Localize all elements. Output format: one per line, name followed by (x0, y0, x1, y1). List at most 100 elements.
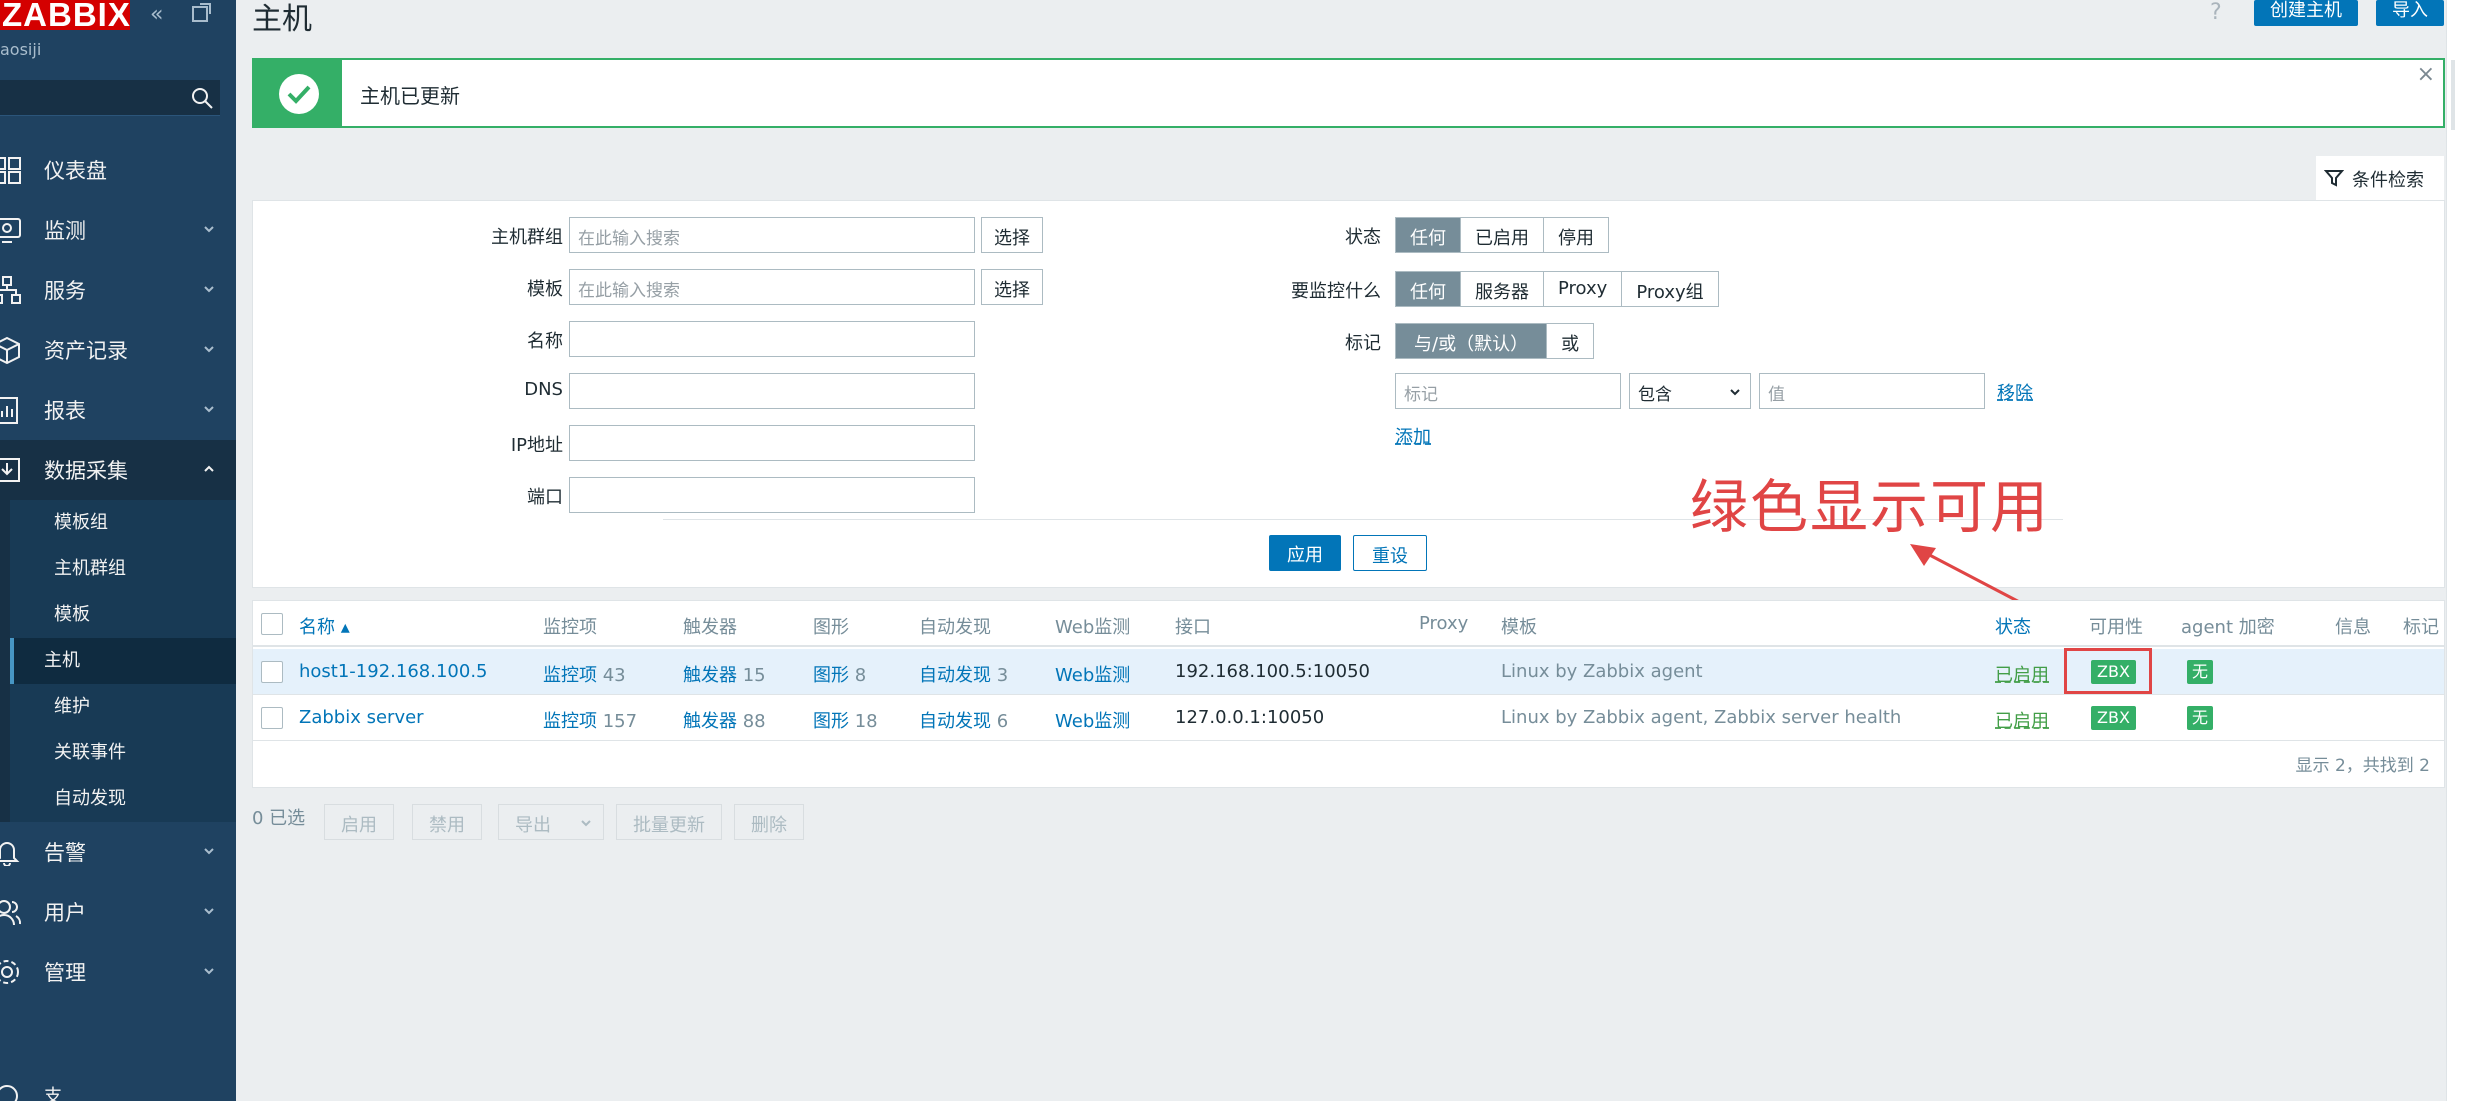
port-input[interactable] (569, 477, 975, 513)
add-tag-link[interactable]: 添加 (1395, 423, 1431, 449)
status-enabled-link[interactable]: 已启用 (1995, 707, 2049, 733)
sidebar-item-host-groups[interactable]: 主机群组 (10, 546, 236, 592)
nav-users[interactable]: 用户 (0, 882, 236, 942)
services-icon (0, 276, 21, 304)
mass-update-button[interactable]: 批量更新 (616, 804, 722, 840)
templates-select-button[interactable]: 选择 (981, 269, 1043, 305)
sidebar-item-event-correlation[interactable]: 关联事件 (10, 730, 236, 776)
monitored-option-proxy-group[interactable]: Proxy组 (1622, 272, 1718, 306)
graphs-link[interactable]: 图形 (813, 711, 849, 732)
name-input[interactable] (569, 321, 975, 357)
availability-zbx-badge[interactable]: ZBX (2091, 706, 2136, 730)
message-text: 主机已更新 (360, 84, 460, 108)
sidebar-item-templates[interactable]: 模板 (10, 592, 236, 638)
chevron-down-icon[interactable] (579, 816, 593, 830)
sidebar-item-hosts[interactable]: 主机 (10, 638, 236, 684)
import-button[interactable]: 导入 (2376, 0, 2444, 26)
select-all-checkbox[interactable] (261, 613, 283, 635)
reports-icon (0, 397, 18, 424)
help-icon[interactable]: ? (2210, 0, 2222, 25)
discovery-link[interactable]: 自动发现 (919, 711, 991, 732)
tags-operator-segmented-control: 与/或（默认） 或 (1395, 323, 1595, 359)
monitored-option-any[interactable]: 任何 (1396, 272, 1461, 306)
chevron-down-icon (1730, 389, 1740, 396)
nav-alerts[interactable]: 告警 (0, 822, 236, 882)
status-option-disabled[interactable]: 停用 (1544, 218, 1608, 252)
nav-monitoring[interactable]: 监测 (0, 200, 236, 260)
nav-administration[interactable]: 管理 (0, 942, 236, 1002)
monitor-icon (0, 218, 21, 243)
nav-services[interactable]: 服务 (0, 260, 236, 320)
export-button[interactable]: 导出 (498, 804, 604, 840)
close-icon[interactable]: × (2417, 62, 2435, 87)
sidebar-item-maintenance[interactable]: 维护 (10, 684, 236, 730)
templates-input[interactable]: 在此输入搜索 (569, 269, 975, 305)
reset-button[interactable]: 重设 (1353, 535, 1427, 571)
templates-value[interactable]: Linux by Zabbix agent (1501, 661, 1703, 682)
triggers-link[interactable]: 触发器 (683, 711, 737, 732)
host-name-link[interactable]: host1-192.168.100.5 (299, 661, 488, 682)
monitored-option-proxy[interactable]: Proxy (1544, 272, 1623, 306)
chevron-down-icon (204, 406, 214, 413)
monitored-option-server[interactable]: 服务器 (1461, 272, 1544, 306)
sidebar-item-template-groups[interactable]: 模板组 (10, 500, 236, 546)
tag-operator-select[interactable]: 包含 (1629, 373, 1751, 409)
success-message: 主机已更新 × (252, 58, 2445, 128)
status-option-any[interactable]: 任何 (1396, 218, 1461, 252)
host-name-link[interactable]: Zabbix server (299, 707, 424, 728)
zabbix-logo[interactable]: ZABBIX (0, 0, 130, 30)
chevron-down-icon (204, 346, 214, 353)
collapse-sidebar-icon[interactable]: « (150, 2, 163, 27)
sidebar-search-input[interactable] (0, 80, 220, 116)
ip-input[interactable] (569, 425, 975, 461)
tag-name-input[interactable]: 标记 (1395, 373, 1621, 409)
col-name[interactable]: 名称 ▴ (299, 613, 350, 639)
col-status[interactable]: 状态 (1995, 613, 2031, 639)
discovery-count: 3 (996, 665, 1009, 686)
kiosk-mode-icon[interactable] (190, 2, 212, 24)
sidebar-item-discovery[interactable]: 自动发现 (10, 776, 236, 822)
host-groups-select-button[interactable]: 选择 (981, 217, 1043, 253)
discovery-count: 6 (996, 711, 1009, 732)
nav-reports[interactable]: 报表 (0, 380, 236, 440)
discovery-link[interactable]: 自动发现 (919, 665, 991, 686)
nav-data-collection[interactable]: 数据采集 (0, 440, 236, 500)
templates-value[interactable]: Linux by Zabbix agent, Zabbix server hea… (1501, 707, 1901, 728)
apply-button[interactable]: 应用 (1269, 535, 1341, 571)
inventory-box-icon (0, 336, 20, 364)
annotation-text: 绿色显示可用 (1690, 473, 2051, 541)
row-checkbox[interactable] (261, 661, 283, 683)
graphs-link[interactable]: 图形 (813, 665, 849, 686)
triggers-link[interactable]: 触发器 (683, 665, 737, 686)
remove-tag-link[interactable]: 移除 (1997, 379, 2033, 405)
delete-button[interactable]: 删除 (734, 804, 804, 840)
items-count: 157 (602, 711, 638, 732)
filter-tab[interactable]: 条件检索 (2316, 156, 2444, 200)
nav-dashboard[interactable]: 仪表盘 (0, 140, 236, 200)
web-link[interactable]: Web监测 (1055, 707, 1130, 733)
items-link[interactable]: 监控项 (543, 665, 597, 686)
items-link[interactable]: 监控项 (543, 711, 597, 732)
main-nav: 仪表盘 监测 服务 资产记录 报表 数据采集 模板组 主机群组 模板 主机 维护… (0, 140, 236, 1002)
tags-option-and-or[interactable]: 与/或（默认） (1396, 324, 1548, 358)
search-icon[interactable] (190, 86, 214, 110)
create-host-button[interactable]: 创建主机 (2254, 0, 2358, 26)
enable-button[interactable]: 启用 (324, 804, 394, 840)
dns-input[interactable] (569, 373, 975, 409)
data-collection-icon (0, 458, 20, 482)
status-option-enabled[interactable]: 已启用 (1461, 218, 1544, 252)
tags-label: 标记 (1345, 333, 1381, 354)
status-enabled-link[interactable]: 已启用 (1995, 661, 2049, 687)
col-availability: 可用性 (2089, 617, 2143, 638)
host-groups-input[interactable]: 在此输入搜索 (569, 217, 975, 253)
scrollbar[interactable] (2451, 60, 2455, 130)
nav-inventory[interactable]: 资产记录 (0, 320, 236, 380)
tags-option-or[interactable]: 或 (1547, 324, 1594, 358)
web-link[interactable]: Web监测 (1055, 661, 1130, 687)
disable-button[interactable]: 禁用 (412, 804, 482, 840)
nav-label: 管理 (44, 961, 86, 985)
nav-label: 监测 (44, 219, 86, 243)
tag-value-input[interactable]: 值 (1759, 373, 1985, 409)
row-checkbox[interactable] (261, 707, 283, 729)
triggers-count: 88 (742, 711, 766, 732)
